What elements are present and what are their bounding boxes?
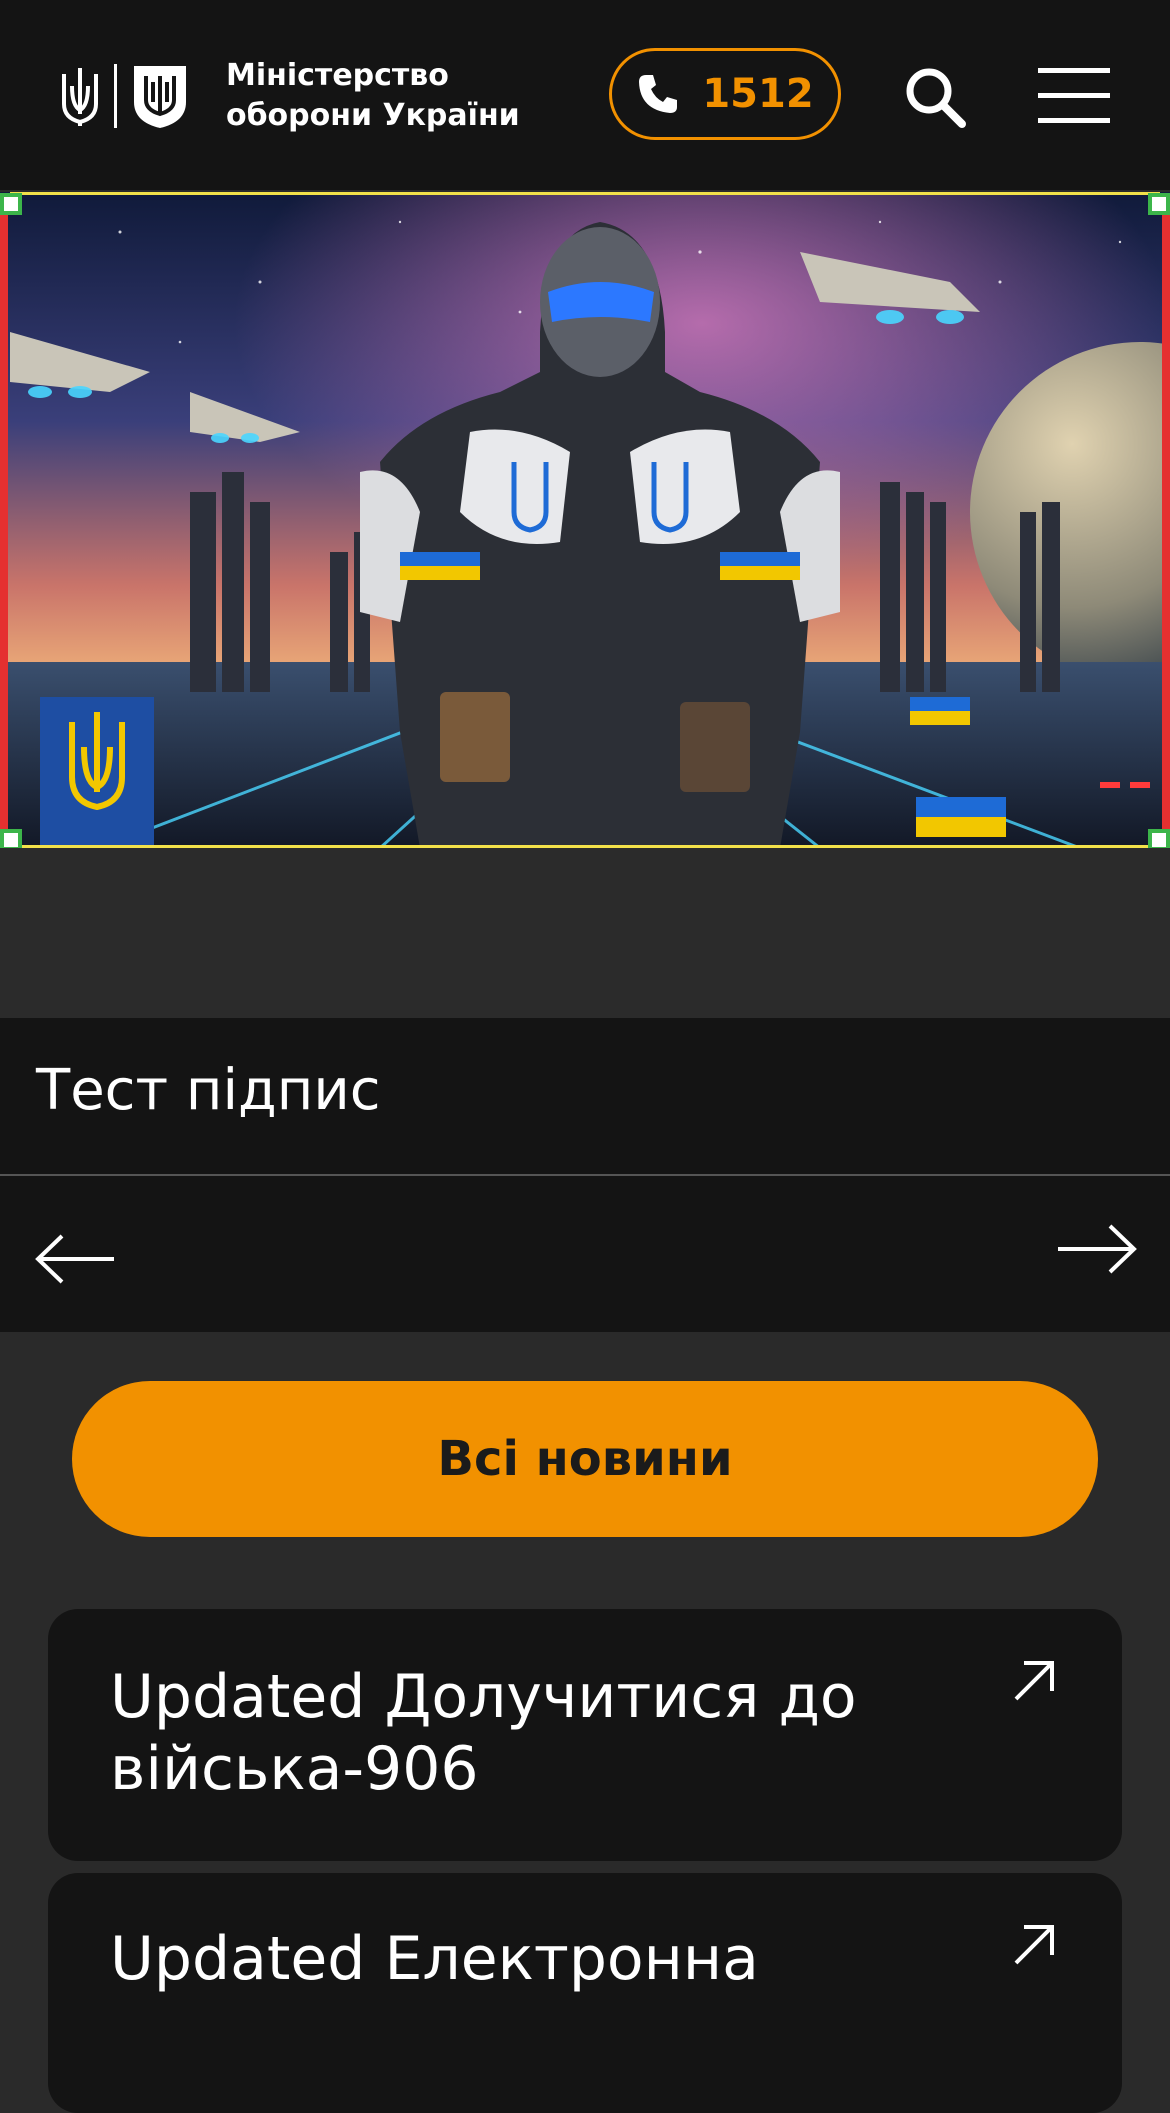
external-arrow-icon xyxy=(1014,1925,1054,1965)
trident-icon[interactable] xyxy=(58,66,102,128)
news-card-title: Updated Електронна xyxy=(110,1924,759,1994)
external-arrow-icon xyxy=(1014,1661,1054,1701)
news-card[interactable]: Updated Електронна xyxy=(48,1873,1122,2113)
hotline-number: 1512 xyxy=(702,71,814,117)
menu-bar xyxy=(1038,93,1110,98)
hero-image[interactable] xyxy=(0,192,1170,848)
arrow-right-icon[interactable] xyxy=(1054,1222,1138,1276)
slider-navigation xyxy=(0,1176,1170,1332)
phone-icon xyxy=(639,75,678,113)
resize-handle-top-left[interactable] xyxy=(0,193,22,215)
ministry-name[interactable]: Міністерство оборони України xyxy=(226,56,520,136)
logo-divider xyxy=(114,64,117,128)
arrow-left-icon[interactable] xyxy=(34,1232,118,1286)
hotline-button[interactable]: 1512 xyxy=(609,48,841,140)
selection-border-right xyxy=(1162,202,1170,838)
menu-bar xyxy=(1038,118,1110,123)
shield-icon[interactable] xyxy=(132,64,188,130)
all-news-button[interactable]: Всі новини xyxy=(72,1381,1098,1537)
search-icon[interactable] xyxy=(904,66,966,128)
news-card[interactable]: Updated Долучитися до війська-906 xyxy=(48,1609,1122,1861)
ministry-name-line2: оборони України xyxy=(226,98,520,133)
ministry-name-line1: Міністерство xyxy=(226,58,449,93)
slide-caption: Тест підпис xyxy=(36,1058,381,1123)
menu-bar xyxy=(1038,68,1110,73)
selection-border-top xyxy=(10,192,1160,195)
hamburger-menu-icon[interactable] xyxy=(1038,68,1110,124)
news-card-title: Updated Долучитися до війська-906 xyxy=(110,1662,857,1804)
content-spacer xyxy=(0,848,1170,1018)
resize-handle-top-right[interactable] xyxy=(1148,193,1170,215)
site-header: Міністерство оборони України 1512 xyxy=(0,0,1170,190)
selection-border-left xyxy=(0,202,8,838)
hero-illustration xyxy=(0,192,1170,848)
